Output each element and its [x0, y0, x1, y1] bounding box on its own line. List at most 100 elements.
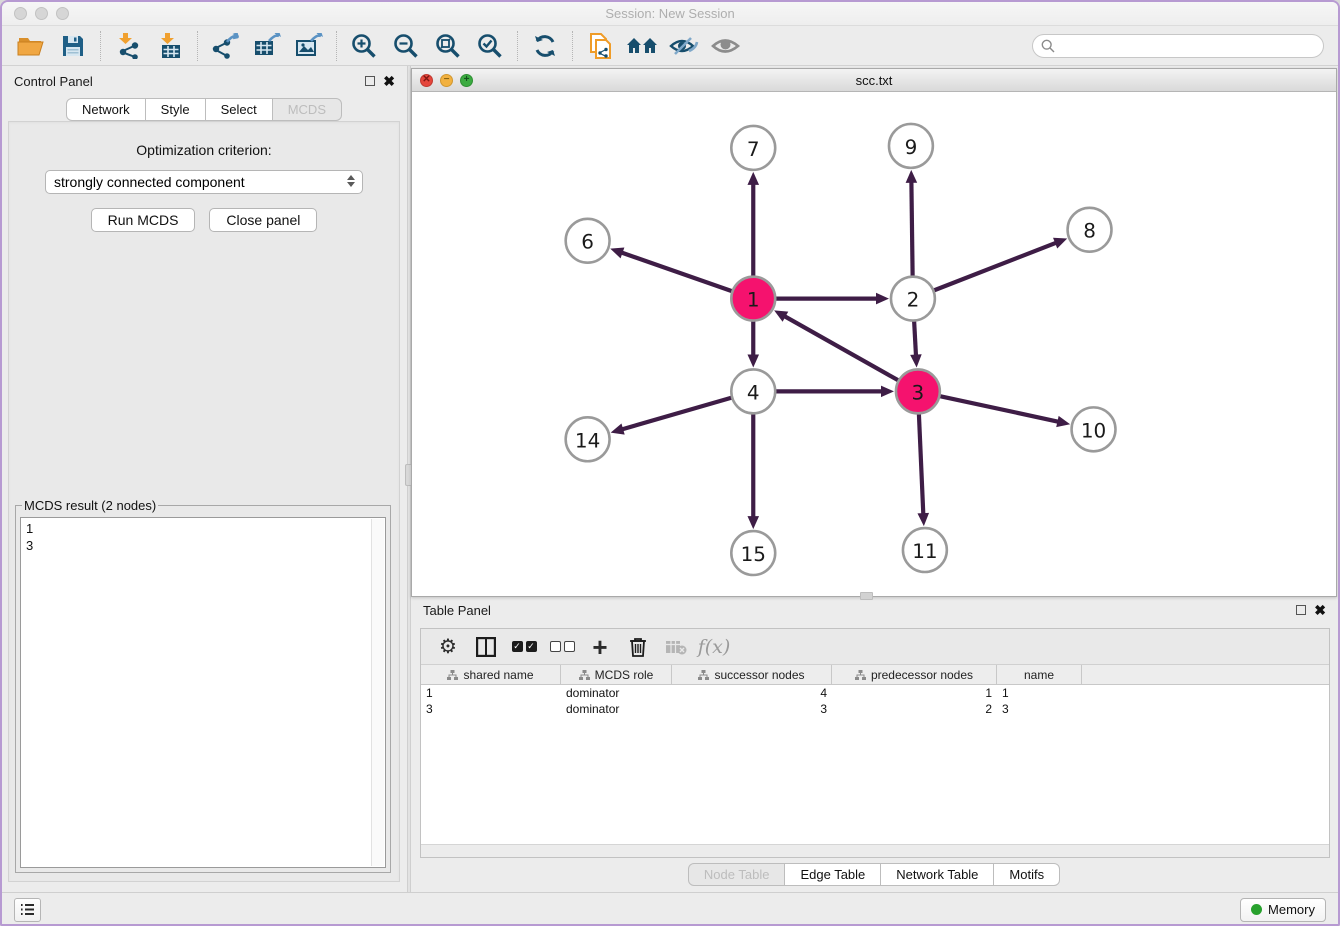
tab-network-table[interactable]: Network Table	[880, 863, 994, 886]
zoom-out-icon[interactable]	[385, 30, 427, 62]
table-cell-name[interactable]: 3	[997, 701, 1082, 717]
tab-select[interactable]: Select	[205, 98, 273, 121]
export-image-icon[interactable]	[288, 30, 330, 62]
table-cell-shared-name[interactable]: 3	[421, 701, 561, 717]
graph-edge-2-9[interactable]	[911, 180, 912, 277]
float-panel-icon[interactable]	[365, 76, 375, 86]
mcds-result-list[interactable]: 13	[20, 517, 386, 868]
graph-edge-3-10[interactable]	[939, 396, 1060, 422]
memory-label: Memory	[1268, 902, 1315, 917]
close-panel-icon[interactable]: ✖	[383, 76, 395, 86]
result-scrollbar[interactable]	[371, 519, 384, 866]
import-network-icon[interactable]	[107, 30, 149, 62]
column-header-name[interactable]: name	[997, 665, 1082, 684]
network-view-window: ✕ − + scc.txt 7968124314101511	[411, 68, 1337, 597]
control-panel: Control Panel ✖ NetworkStyleSelectMCDS O…	[2, 66, 407, 892]
table-cell-predecessor-nodes[interactable]: 2	[832, 701, 997, 717]
clear-checkboxes-icon[interactable]	[545, 632, 579, 662]
mcds-result-title: MCDS result (2 nodes)	[22, 498, 158, 513]
app-window: Session: New Session	[0, 0, 1340, 926]
column-header-shared-name[interactable]: shared name	[421, 665, 561, 684]
zoom-in-icon[interactable]	[343, 30, 385, 62]
home-views-icon[interactable]	[621, 30, 663, 62]
table-hscrollbar[interactable]	[421, 844, 1329, 857]
tab-mcds[interactable]: MCDS	[272, 98, 342, 121]
column-header-mcds-role[interactable]: MCDS role	[561, 665, 672, 684]
trash-icon[interactable]	[621, 632, 655, 662]
tab-style[interactable]: Style	[145, 98, 206, 121]
table-cell-mcds-role[interactable]: dominator	[561, 685, 672, 701]
open-folder-icon[interactable]	[10, 30, 52, 62]
toolbar-separator	[100, 31, 101, 61]
network-graph-canvas[interactable]: 7968124314101511	[412, 92, 1336, 596]
toolbar-separator	[336, 31, 337, 61]
export-table-icon[interactable]	[246, 30, 288, 62]
table-header: shared nameMCDS rolesuccessor nodesprede…	[421, 665, 1329, 685]
graph-edge-2-3[interactable]	[914, 321, 916, 358]
delete-table-icon	[659, 632, 693, 662]
list-icon	[20, 903, 35, 916]
graph-arrowhead-4-14	[611, 423, 625, 434]
table-cell-shared-name[interactable]: 1	[421, 685, 561, 701]
network-close-icon[interactable]: ✕	[420, 74, 433, 87]
main-toolbar	[2, 26, 1338, 66]
close-panel-button[interactable]: Close panel	[209, 208, 317, 232]
memory-status-icon	[1251, 904, 1262, 915]
duplicate-network-icon[interactable]	[579, 30, 621, 62]
column-header-predecessor-nodes[interactable]: predecessor nodes	[832, 665, 997, 684]
tab-network[interactable]: Network	[66, 98, 146, 121]
network-maximize-icon[interactable]: +	[460, 74, 473, 87]
export-network-icon[interactable]	[204, 30, 246, 62]
table-cell-successor-nodes[interactable]: 4	[672, 685, 832, 701]
graph-arrowhead-1-7	[747, 172, 759, 185]
graph-node-label-2: 2	[907, 288, 920, 312]
tab-edge-table[interactable]: Edge Table	[784, 863, 881, 886]
save-icon[interactable]	[52, 30, 94, 62]
network-minimize-icon[interactable]: −	[440, 74, 453, 87]
float-table-panel-icon[interactable]	[1296, 605, 1306, 615]
add-icon[interactable]: +	[583, 632, 617, 662]
graph-node-label-9: 9	[905, 135, 918, 159]
graph-edge-3-11[interactable]	[919, 413, 924, 516]
table-cell-mcds-role[interactable]: dominator	[561, 701, 672, 717]
search-input[interactable]	[1061, 38, 1315, 53]
control-panel-tabs: NetworkStyleSelectMCDS	[2, 98, 407, 121]
search-box[interactable]	[1032, 34, 1324, 58]
optimization-criterion-select[interactable]: strongly connected component	[45, 170, 363, 194]
mcds-result-line[interactable]: 1	[26, 520, 380, 537]
graph-edge-2-8[interactable]	[933, 242, 1058, 291]
graph-arrowhead-3-10	[1056, 416, 1070, 427]
graph-arrowhead-1-2	[876, 293, 889, 305]
zoom-selected-icon[interactable]	[469, 30, 511, 62]
graph-edge-4-14[interactable]	[620, 397, 732, 429]
table-cell-successor-nodes[interactable]: 3	[672, 701, 832, 717]
table-row[interactable]: 3dominator323	[421, 701, 1329, 717]
control-panel-title: Control Panel	[14, 74, 93, 89]
run-mcds-button[interactable]: Run MCDS	[91, 208, 196, 232]
refresh-layout-icon[interactable]	[524, 30, 566, 62]
mcds-result-line[interactable]: 3	[26, 537, 380, 554]
zoom-fit-icon[interactable]	[427, 30, 469, 62]
column-header-successor-nodes[interactable]: successor nodes	[672, 665, 832, 684]
table-cell-predecessor-nodes[interactable]: 1	[832, 685, 997, 701]
hide-selected-icon[interactable]	[663, 30, 705, 62]
hierarchy-icon	[447, 670, 458, 680]
tab-motifs[interactable]: Motifs	[993, 863, 1060, 886]
table-row[interactable]: 1dominator411	[421, 685, 1329, 701]
show-all-icon[interactable]	[705, 30, 747, 62]
select-all-checkboxes-icon[interactable]: ✓✓	[507, 632, 541, 662]
memory-button[interactable]: Memory	[1240, 898, 1326, 922]
table-cell-name[interactable]: 1	[997, 685, 1082, 701]
graph-edge-1-6[interactable]	[620, 252, 733, 291]
graph-edge-3-1[interactable]	[783, 315, 899, 380]
import-table-icon[interactable]	[149, 30, 191, 62]
graph-node-label-15: 15	[741, 542, 766, 566]
task-history-button[interactable]	[14, 898, 41, 922]
gear-icon[interactable]: ⚙	[431, 632, 465, 662]
split-columns-icon[interactable]	[469, 632, 503, 662]
close-table-panel-icon[interactable]: ✖	[1314, 605, 1326, 615]
tab-node-table[interactable]: Node Table	[688, 863, 786, 886]
window-title: Session: New Session	[2, 6, 1338, 21]
network-window-titlebar[interactable]: ✕ − + scc.txt	[412, 69, 1336, 92]
toolbar-separator	[517, 31, 518, 61]
